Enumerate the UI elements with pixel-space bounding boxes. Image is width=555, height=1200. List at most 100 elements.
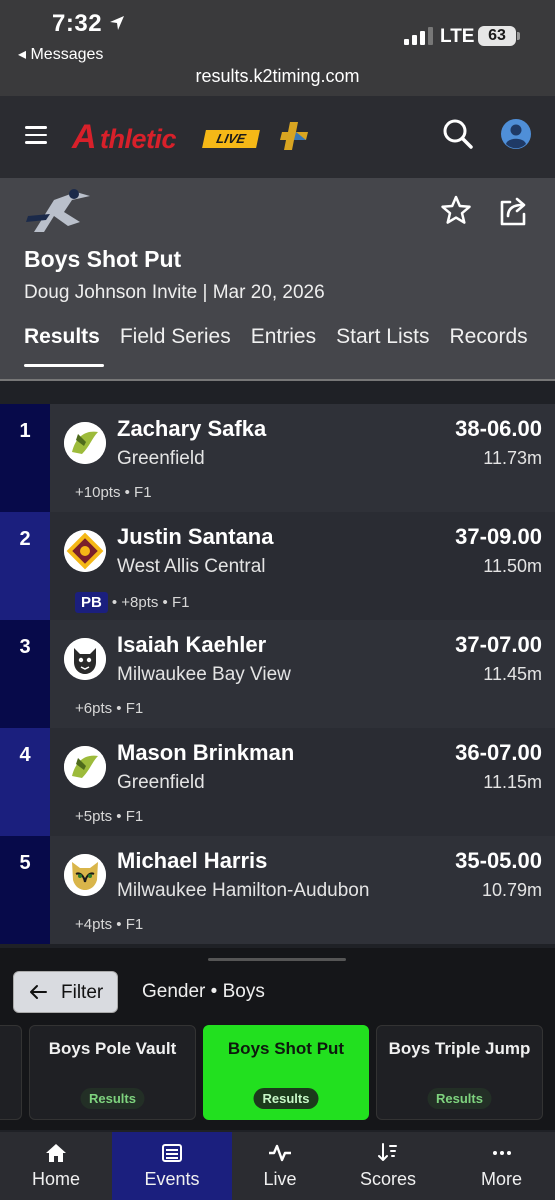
app-header: A thletic LIVE (0, 96, 555, 178)
event-card-partial[interactable] (0, 1025, 22, 1120)
event-title: Boys Shot Put (24, 246, 182, 272)
nav-home-label: Home (31, 1169, 80, 1189)
tab-entries[interactable]: Entries (251, 325, 316, 349)
filter-button[interactable]: Filter (13, 971, 118, 1013)
place-number: 3 (0, 620, 50, 728)
results-badge: Results (427, 1088, 492, 1109)
school-name: Milwaukee Bay View (117, 664, 291, 685)
account-icon[interactable] (500, 118, 532, 150)
network-type: LTE (440, 26, 475, 47)
school-name: Milwaukee Hamilton-Audubon (117, 880, 370, 901)
plus-logo-icon[interactable] (278, 120, 310, 152)
nav-live-label: Live (263, 1169, 297, 1189)
tab-results[interactable]: Results (24, 325, 100, 349)
result-card[interactable]: Isaiah Kaehler Milwaukee Bay View 37-07.… (50, 620, 555, 728)
results-list: 1 Zachary Safka Greenfield 38-06.00 11.7… (0, 404, 555, 944)
school-logo-hornet-icon (64, 422, 106, 464)
event-tabs: Results Field Series Entries Start Lists Rec… (24, 325, 548, 349)
search-icon[interactable] (442, 118, 474, 150)
mark-imperial: 37-09.00 (455, 524, 542, 549)
logo-letter-a: A (72, 118, 97, 156)
nav-home[interactable]: Home (0, 1132, 112, 1200)
clock: 7:32 (52, 10, 103, 37)
athlete-name: Isaiah Kaehler (117, 632, 267, 657)
bottom-navigation: Home Events Live Scores More (0, 1132, 555, 1200)
points-and-flight: +10pts • F1 (75, 484, 152, 501)
event-card-triple-jump[interactable]: Boys Triple Jump Results (376, 1025, 543, 1120)
nav-more-label: More (480, 1169, 522, 1189)
event-header: Boys Shot Put Doug Johnson Invite | Mar … (0, 178, 555, 381)
tab-records[interactable]: Records (449, 325, 527, 349)
mark-imperial: 38-06.00 (455, 416, 542, 441)
event-card-name: Boys Shot Put (227, 1039, 345, 1058)
url-bar[interactable]: results.k2timing.com (0, 66, 555, 87)
result-row[interactable]: 1 Zachary Safka Greenfield 38-06.00 11.7… (0, 404, 555, 512)
nav-more[interactable]: More (448, 1132, 555, 1200)
result-card[interactable]: Zachary Safka Greenfield 38-06.00 11.73m… (50, 404, 555, 512)
nav-events-label: Events (144, 1169, 200, 1189)
school-logo-hornet-icon (64, 746, 106, 788)
result-row[interactable]: 5 Michael Harris Milwaukee Hamilton-Audu… (0, 836, 555, 944)
battery-icon: 63 (478, 26, 520, 46)
school-logo-bobcat-icon (64, 854, 106, 896)
event-card-shot-put[interactable]: Boys Shot Put Results (203, 1025, 369, 1120)
nav-events[interactable]: Events (112, 1132, 232, 1200)
school-name: Greenfield (117, 448, 205, 469)
hamburger-menu-icon[interactable] (25, 126, 47, 144)
result-card[interactable]: Justin Santana West Allis Central 37-09.… (50, 512, 555, 620)
tab-field-series[interactable]: Field Series (120, 325, 231, 349)
status-bar: 7:32 ◂ Messages LTE 63 results.k2timing.… (0, 0, 555, 96)
active-tab-indicator (24, 364, 104, 367)
meet-subtitle: Doug Johnson Invite | Mar 20, 2026 (24, 282, 325, 303)
mark-metric: 10.79m (481, 880, 542, 900)
points-and-flight: • +8pts • F1 (111, 594, 190, 611)
event-card-pole-vault[interactable]: Boys Pole Vault Results (29, 1025, 196, 1120)
event-card-name: Boys Pole Vault (48, 1039, 177, 1058)
signal-icon (404, 27, 433, 45)
points-and-flight: +5pts • F1 (75, 808, 144, 825)
school-name: West Allis Central (117, 556, 266, 577)
gender-filter-label: Gender • Boys (142, 981, 265, 1002)
arrow-left-icon (30, 985, 47, 999)
points-and-flight: +4pts • F1 (75, 916, 144, 933)
result-card[interactable]: Michael Harris Milwaukee Hamilton-Audubo… (50, 836, 555, 944)
nav-live[interactable]: Live (232, 1132, 328, 1200)
personal-best-badge: PB (75, 592, 108, 613)
location-arrow-icon (110, 16, 124, 30)
favorite-star-icon[interactable] (440, 194, 472, 226)
result-meta: +10pts • F1 (75, 484, 152, 501)
more-dots-icon (492, 1151, 511, 1155)
place-number: 4 (0, 728, 50, 836)
school-logo-bulldog-icon (64, 530, 106, 572)
mark-imperial: 37-07.00 (455, 632, 542, 657)
home-icon (46, 1144, 66, 1162)
points-and-flight: +6pts • F1 (75, 700, 144, 717)
place-number: 1 (0, 404, 50, 512)
back-to-messages-link[interactable]: ◂ Messages (18, 44, 103, 64)
logo-text: thletic (100, 124, 177, 154)
mark-metric: 11.50m (483, 556, 542, 576)
mark-imperial: 35-05.00 (455, 848, 542, 873)
result-row[interactable]: 4 Mason Brinkman Greenfield 36-07.00 11.… (0, 728, 555, 836)
sheet-drag-handle[interactable] (208, 958, 346, 961)
mark-metric: 11.45m (483, 664, 542, 684)
share-icon[interactable] (496, 194, 530, 228)
result-meta: +4pts • F1 (75, 916, 143, 933)
k2-timing-logo (26, 189, 90, 232)
mark-metric: 11.15m (483, 772, 542, 792)
athlete-name: Mason Brinkman (117, 740, 295, 765)
result-meta: +5pts • F1 (75, 808, 143, 825)
result-row[interactable]: 2 Justin Santana West Allis Central 37-0… (0, 512, 555, 620)
tab-start-lists[interactable]: Start Lists (336, 325, 429, 349)
mark-metric: 11.73m (483, 448, 542, 468)
result-meta: PB • +8pts • F1 (75, 592, 189, 613)
school-name: Greenfield (117, 772, 205, 793)
results-badge: Results (253, 1088, 319, 1109)
school-logo-wildcat-icon (64, 638, 106, 680)
filter-label: Filter (61, 982, 104, 1003)
result-meta: +6pts • F1 (75, 700, 143, 717)
result-row[interactable]: 3 Isaiah Kaehler Milwaukee Bay View 37-0… (0, 620, 555, 728)
result-card[interactable]: Mason Brinkman Greenfield 36-07.00 11.15… (50, 728, 555, 836)
athlete-name: Michael Harris (117, 848, 268, 873)
nav-scores[interactable]: Scores (328, 1132, 448, 1200)
